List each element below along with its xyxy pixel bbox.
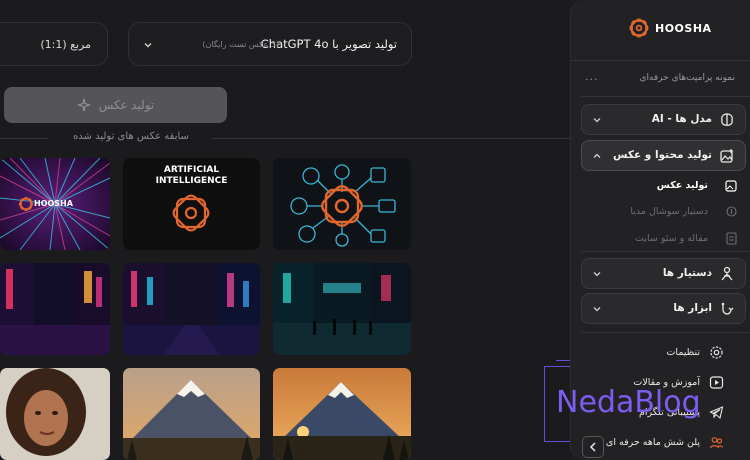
history-image[interactable]: ARTIFICIAL INTELLIGENCE [123,158,260,250]
caption-line-1: ARTIFICIAL [163,165,220,175]
plan-collapse-button[interactable] [582,436,604,458]
history-image[interactable] [123,263,260,355]
section-label: دستیار ها [662,267,712,279]
section-label: مدل ها - AI [651,113,712,125]
prompt-samples-label: نمونه پرامپت‌های حرفه‌ای [639,73,736,83]
image-icon [725,180,737,192]
main-panel: تولید تصویر با ChatGPT 4o (3 عکس تست رای… [0,0,570,460]
divider [581,251,750,252]
neon-street-image [123,263,260,355]
mountain-sunset-image [273,368,411,460]
tools-icon [721,302,734,315]
chevron-down-icon [593,118,601,123]
generate-image-button[interactable]: تولید عکس [4,87,227,123]
caption-line-2: INTELLIGENCE [155,176,228,186]
ai-logo-caption: ARTIFICIAL INTELLIGENCE [123,165,260,187]
history-title: سابقه عکس های تولید شده [73,131,189,142]
hash-icon [726,206,737,217]
more-icon[interactable]: ... [585,70,599,83]
chevron-down-icon [593,307,601,312]
history-image[interactable] [273,263,411,355]
section-label: ابزار ها [673,302,712,314]
divider [581,332,750,333]
sub-item-image-generation[interactable]: تولید عکس [590,176,746,196]
watermark-frame [556,360,570,361]
assistant-icon [721,266,733,281]
sub-item-label: دستیار سوشال مدیا [630,206,708,217]
model-title: تولید تصویر با ChatGPT 4o [260,37,397,51]
brand-logo[interactable]: HOOSHA [627,16,712,40]
play-icon [709,376,724,389]
link-label: پلن شش ماهه حرفه ای [605,437,700,448]
sub-item-label: تولید عکس [656,180,708,191]
chevron-down-icon [593,272,601,277]
section-assistants[interactable]: دستیار ها [581,258,746,289]
divider [571,60,750,61]
telegram-icon [709,406,724,420]
neon-street-image [0,263,110,355]
generate-button-label: تولید عکس [98,98,155,112]
history-image[interactable] [273,158,411,250]
portrait-image [0,368,110,460]
history-image[interactable] [273,368,411,460]
mountain-sunset-image [123,368,260,460]
section-content-image[interactable]: تولید محتوا و عکس [581,140,746,171]
neon-street-image [273,263,411,355]
hoosha-logo-icon [629,18,649,38]
gear-icon [710,346,723,359]
prompt-samples-link[interactable]: نمونه پرامپت‌های حرفه‌ای ... [585,70,736,88]
section-ai-models[interactable]: مدل ها - AI [581,104,746,135]
model-subtitle: (3 عکس تست رایگان) [202,40,279,49]
section-tools[interactable]: ابزار ها [581,293,746,324]
image-plus-icon [720,149,733,163]
history-image[interactable] [0,263,110,355]
settings-link[interactable]: تنظیمات [574,343,736,363]
link-label: تنظیمات [666,347,700,358]
watermark-text: NedaBlog [556,385,701,420]
sub-item-label: مقاله و سئو سایت [635,233,708,244]
chevron-down-icon [144,43,152,48]
divider [212,138,570,139]
ai-network-image [273,158,411,250]
sub-item-article-seo[interactable]: مقاله و سئو سایت [590,229,746,249]
burst-logo-text: HOOSHA [34,199,73,208]
history-image[interactable] [0,368,110,460]
model-select[interactable]: تولید تصویر با ChatGPT 4o (3 عکس تست رای… [128,22,412,66]
divider [581,96,750,97]
history-image[interactable]: HOOSHA [0,158,110,250]
document-icon [726,232,737,245]
brand-name: HOOSHA [655,21,712,35]
aspect-ratio-label: مربع (1:1) [40,38,91,51]
users-icon [709,437,724,449]
chevron-left-icon [589,442,596,452]
section-label: تولید محتوا و عکس [613,149,712,161]
sparkle-icon [76,98,91,112]
brain-icon [721,113,733,126]
aspect-ratio-select[interactable]: مربع (1:1) [0,22,108,66]
sub-item-social-assistant[interactable]: دستیار سوشال مدیا [590,202,746,222]
history-image[interactable] [123,368,260,460]
chevron-up-icon [593,153,601,158]
